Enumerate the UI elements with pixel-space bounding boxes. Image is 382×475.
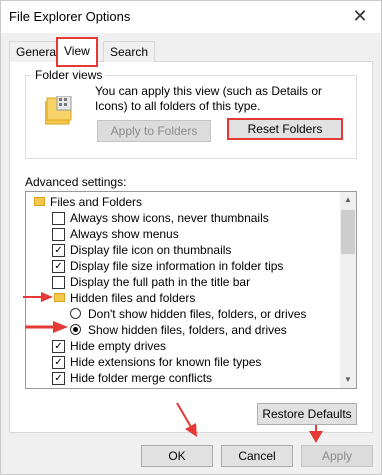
list-item-label: Display the full path in the title bar: [70, 275, 251, 289]
tab-search[interactable]: Search: [103, 41, 156, 62]
radio-button-selected[interactable]: [70, 324, 81, 335]
folder-views-label: Folder views: [31, 68, 107, 82]
folder-icon: [34, 197, 45, 206]
folder-views-description: You can apply this view (such as Details…: [95, 84, 323, 113]
list-item-label: Hide folder merge conflicts: [70, 371, 213, 385]
apply-to-folders-button[interactable]: Apply to Folders: [97, 120, 211, 142]
ok-button[interactable]: OK: [141, 445, 213, 467]
checkbox-checked[interactable]: ✓: [52, 356, 65, 369]
list-item-label: Hide empty drives: [70, 339, 167, 353]
red-arrow-icon: [23, 292, 53, 302]
close-icon[interactable]: ✕: [349, 5, 371, 27]
checkbox-checked[interactable]: ✓: [52, 372, 65, 385]
checkbox[interactable]: [52, 228, 65, 241]
list-item-label: Don't show hidden files, folders, or dri…: [88, 307, 307, 321]
list-item-label: Hidden files and folders: [70, 291, 196, 305]
list-item-label: Display file size information in folder …: [70, 259, 284, 273]
file-explorer-options-dialog: File Explorer Options ✕ General View Sea…: [0, 0, 382, 475]
window-title: File Explorer Options: [9, 9, 131, 24]
title-bar: File Explorer Options ✕: [1, 1, 381, 33]
advanced-settings-list[interactable]: Files and Folders Always show icons, nev…: [25, 191, 357, 389]
tab-view[interactable]: View: [56, 37, 98, 67]
advanced-settings-label: Advanced settings:: [25, 175, 127, 189]
cancel-button[interactable]: Cancel: [221, 445, 293, 467]
restore-defaults-button[interactable]: Restore Defaults: [257, 403, 357, 425]
scroll-down-icon[interactable]: ▼: [340, 372, 356, 388]
apply-button[interactable]: Apply: [301, 445, 373, 467]
checkbox-checked[interactable]: ✓: [52, 244, 65, 257]
vertical-scrollbar[interactable]: ▲ ▼: [340, 192, 356, 388]
scroll-thumb[interactable]: [341, 210, 355, 254]
list-item-label: Show hidden files, folders, and drives: [88, 323, 287, 337]
reset-folders-button[interactable]: Reset Folders: [227, 118, 343, 140]
checkbox[interactable]: [52, 212, 65, 225]
folder-views-icon: [45, 96, 72, 125]
checkbox-checked[interactable]: ✓: [52, 340, 65, 353]
list-item-label: Always show icons, never thumbnails: [70, 211, 269, 225]
list-item-label: Always show menus: [70, 227, 179, 241]
list-item-label: Hide extensions for known file types: [70, 355, 262, 369]
red-arrow-icon: [25, 321, 68, 333]
radio-button[interactable]: [70, 308, 81, 319]
list-item-label: Files and Folders: [50, 195, 143, 209]
scroll-up-icon[interactable]: ▲: [340, 192, 356, 208]
list-item-label: Display file icon on thumbnails: [70, 243, 232, 257]
checkbox-checked[interactable]: ✓: [52, 260, 65, 273]
checkbox[interactable]: [52, 276, 65, 289]
folder-icon: [54, 293, 65, 302]
red-arrow-icon: [176, 402, 197, 437]
